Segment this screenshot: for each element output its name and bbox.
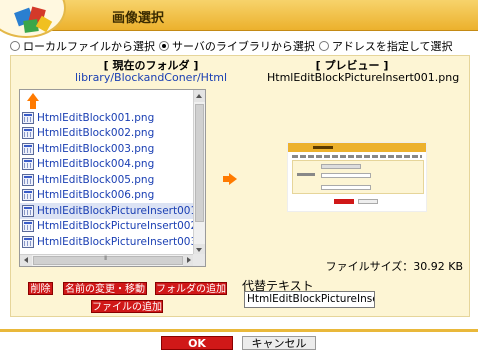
vertical-scrollbar[interactable] [193,90,205,256]
file-size-text: ファイルサイズ：30.92 KB [325,260,463,273]
app-logo [0,0,66,38]
preview-image [287,142,427,212]
radio-address-button[interactable] [318,41,329,51]
file-name: HtmlEditBlock001.png [37,111,155,124]
source-radio-group: ローカルファイルから選択 サーバのライブラリから選択 アドレスを指定して選択 [10,38,476,54]
file-name: HtmlEditBlockPictureInsert003. [37,235,195,248]
image-file-icon [22,220,34,233]
delete-button[interactable]: 削除 [28,282,53,295]
file-name: HtmlEditBlock006.png [37,189,155,202]
alt-text-input[interactable]: HtmlEditBlockPictureInsert [244,291,375,308]
scroll-left-icon[interactable] [20,255,32,266]
image-file-icon [22,127,34,140]
add-folder-button[interactable]: フォルダの追加 [155,282,227,295]
preview-filename: HtmlEditBlockPictureInsert001.png [267,71,460,84]
file-item[interactable]: HtmlEditBlock002.png [20,126,195,142]
file-item[interactable]: HtmlEditBlockPictureInsert003. [20,234,195,250]
image-file-icon [22,142,34,155]
footer-divider [0,329,478,332]
add-file-button[interactable]: ファイルの追加 [91,300,163,313]
up-arrow-icon[interactable] [27,93,39,109]
scroll-corner [193,254,205,266]
file-item[interactable]: HtmlEditBlock003.png [20,141,195,157]
window-header: 画像選択 [0,0,478,38]
radio-address-label: アドレスを指定して選択 [331,40,453,53]
file-name: HtmlEditBlock003.png [37,142,155,155]
right-arrow-icon [223,173,237,185]
radio-local-file-label: ローカルファイルから選択 [23,40,155,53]
file-item[interactable]: HtmlEditBlock004.png [20,157,195,173]
ok-button[interactable]: OK [161,336,233,350]
file-name: HtmlEditBlock002.png [37,127,155,140]
file-name: HtmlEditBlock004.png [37,158,155,171]
current-folder-path: library/BlockandConer/Html [74,71,228,84]
image-file-icon [22,111,34,124]
radio-server-library[interactable]: サーバのライブラリから選択 [159,38,315,54]
radio-local-file[interactable]: ローカルファイルから選択 [10,38,155,54]
file-item-selected[interactable]: HtmlEditBlockPictureInsert001. [20,203,195,219]
horizontal-scrollbar[interactable] [20,254,195,266]
image-file-icon [22,189,34,202]
file-item[interactable]: HtmlEditBlockPictureInsert002. [20,219,195,235]
current-folder-header: [ 現在のフォルダ ] library/BlockandConer/Html [71,60,231,84]
vertical-scroll-thumb[interactable] [195,104,204,222]
file-item[interactable]: HtmlEditBlock001.png [20,110,195,126]
radio-local-file-button[interactable] [10,41,20,51]
file-name: HtmlEditBlock005.png [37,173,155,186]
horizontal-scroll-thumb[interactable] [33,255,183,265]
radio-address[interactable]: アドレスを指定して選択 [318,38,453,54]
file-list: HtmlEditBlock001.png HtmlEditBlock002.pn… [20,90,195,256]
scroll-up-icon[interactable] [194,90,205,102]
cancel-button[interactable]: キャンセル [242,336,316,350]
radio-server-library-button[interactable] [159,41,169,51]
file-item[interactable]: HtmlEditBlock005.png [20,172,195,188]
image-file-icon [22,173,34,186]
image-file-icon [22,204,34,217]
preview-header: [ プレビュー ] HtmlEditBlockPictureInsert001.… [267,60,460,84]
parent-folder-row[interactable] [20,90,195,110]
image-file-icon [22,235,34,248]
image-file-icon [22,158,34,171]
file-listbox[interactable]: HtmlEditBlock001.png HtmlEditBlock002.pn… [19,89,206,267]
window-title: 画像選択 [112,11,165,26]
radio-server-library-label: サーバのライブラリから選択 [172,40,315,53]
file-name: HtmlEditBlockPictureInsert001. [37,204,195,217]
file-name: HtmlEditBlockPictureInsert002. [37,220,195,233]
library-panel: [ 現在のフォルダ ] library/BlockandConer/Html [… [10,55,470,317]
file-item[interactable]: HtmlEditBlock006.png [20,188,195,204]
rename-move-button[interactable]: 名前の変更・移動 [63,282,147,295]
